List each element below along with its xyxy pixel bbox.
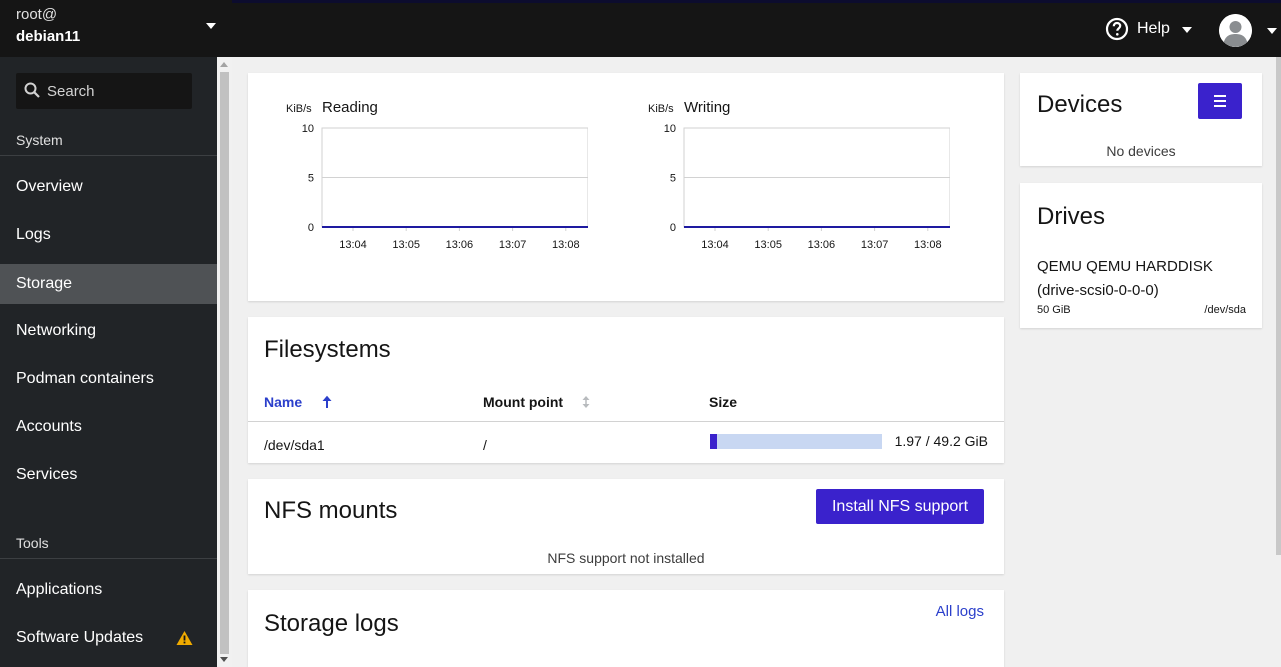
column-header-size: Size xyxy=(709,394,738,410)
x-tick-label: 13:04 xyxy=(701,239,729,251)
navigation: System Overview Logs Storage Networking … xyxy=(0,57,217,667)
host-user: root@ xyxy=(16,6,58,23)
scrollbar-thumb[interactable] xyxy=(220,72,229,654)
chevron-down-icon xyxy=(1182,27,1192,33)
y-tick-label: 0 xyxy=(670,222,676,234)
filesystem-device: /dev/sda1 xyxy=(264,437,325,453)
nfs-mounts-card: NFS mounts Install NFS support NFS suppo… xyxy=(248,479,1004,574)
column-header-name[interactable]: Name xyxy=(264,394,302,410)
scroll-down-icon[interactable] xyxy=(220,657,228,662)
host-name: debian11 xyxy=(16,28,81,45)
x-tick-label: 13:07 xyxy=(499,239,527,251)
page-scrollbar[interactable] xyxy=(1276,57,1281,555)
y-tick-label: 0 xyxy=(308,222,314,234)
nav-item-overview[interactable]: Overview xyxy=(0,167,217,207)
all-logs-link[interactable]: All logs xyxy=(936,603,984,620)
reading-chart: 0 5 10 13:04 13:05 13:06 13:07 13:08 xyxy=(302,123,588,251)
filesystems-card: Filesystems Name Mount point Size /dev/s… xyxy=(248,317,1004,463)
hamburger-menu-icon xyxy=(1214,95,1226,107)
devices-title: Devices xyxy=(1037,91,1123,118)
x-tick-label: 13:05 xyxy=(392,239,420,251)
nav-section-system: System xyxy=(0,127,217,156)
nav-item-label: Software Updates xyxy=(16,629,144,646)
search-input[interactable] xyxy=(47,73,187,109)
x-tick-label: 13:08 xyxy=(914,239,942,251)
nfs-empty-text: NFS support not installed xyxy=(547,550,705,566)
drives-title: Drives xyxy=(1037,203,1106,230)
devices-empty-text: No devices xyxy=(1106,143,1176,159)
sort-ascending-icon[interactable] xyxy=(321,395,333,409)
host-switcher[interactable]: root@ debian11 xyxy=(0,0,232,57)
drive-size: 50 GiB xyxy=(1037,304,1071,316)
x-tick-label: 13:06 xyxy=(446,239,474,251)
chevron-down-icon xyxy=(1267,28,1277,34)
devices-menu-button[interactable] xyxy=(1198,83,1242,119)
nav-item-logs[interactable]: Logs xyxy=(0,215,217,255)
drives-card: Drives QEMU QEMU HARDDISK (drive-scsi0-0… xyxy=(1020,183,1262,328)
search-box xyxy=(16,73,192,109)
column-header-mount-point[interactable]: Mount point xyxy=(483,394,563,410)
usage-bar-fill xyxy=(710,434,717,449)
usage-bar xyxy=(710,434,882,449)
top-bar: Help xyxy=(232,0,1281,57)
sort-icon[interactable] xyxy=(581,395,591,409)
nfs-mounts-title: NFS mounts xyxy=(264,497,398,524)
nav-item-applications[interactable]: Applications xyxy=(0,570,217,610)
chevron-down-icon xyxy=(206,23,216,29)
filesystem-size: 1.97 / 49.2 GiB xyxy=(894,433,988,449)
writing-graph: KiB/s Writing 0 5 10 13:04 13:05 13:06 13:07 13… xyxy=(610,73,950,273)
x-tick-label: 13:06 xyxy=(808,239,836,251)
devices-card: Devices No devices xyxy=(1020,73,1262,166)
filesystem-mount-point: / xyxy=(483,437,487,453)
nav-section-tools: Tools xyxy=(0,530,217,559)
user-menu-button[interactable] xyxy=(1219,13,1279,49)
storage-logs-title: Storage logs xyxy=(264,610,399,637)
y-tick-label: 5 xyxy=(308,173,314,185)
nav-item-podman-containers[interactable]: Podman containers xyxy=(0,359,217,399)
nav-item-storage[interactable]: Storage xyxy=(0,264,217,304)
help-label: Help xyxy=(1137,20,1170,37)
user-avatar-icon xyxy=(1219,14,1252,47)
drive-item[interactable]: QEMU QEMU HARDDISK (drive-scsi0-0-0-0) 5… xyxy=(1020,253,1262,323)
drive-device: /dev/sda xyxy=(1204,304,1246,316)
search-icon xyxy=(24,82,40,98)
scroll-up-icon[interactable] xyxy=(220,62,228,67)
y-tick-label: 10 xyxy=(302,123,314,135)
y-tick-label: 10 xyxy=(664,123,676,135)
io-graphs-card: KiB/s Reading 0 5 10 13:04 13:05 13:06 13:07 13… xyxy=(248,73,1004,301)
x-tick-label: 13:05 xyxy=(754,239,782,251)
warning-icon xyxy=(176,631,193,645)
filesystems-title: Filesystems xyxy=(264,336,391,363)
nav-item-networking[interactable]: Networking xyxy=(0,311,217,351)
writing-chart: 0 5 10 13:04 13:05 13:06 13:07 13:08 xyxy=(664,123,950,251)
question-circle-icon xyxy=(1105,17,1129,41)
y-tick-label: 5 xyxy=(670,173,676,185)
x-tick-label: 13:04 xyxy=(339,239,367,251)
storage-logs-card: Storage logs All logs xyxy=(248,590,1004,667)
x-tick-label: 13:08 xyxy=(552,239,580,251)
sidebar-scrollbar[interactable] xyxy=(217,57,232,667)
reading-graph: KiB/s Reading 0 5 10 13:04 13:05 13:06 13:07 13… xyxy=(248,73,588,273)
sidebar: root@ debian11 System Overview Logs Stor… xyxy=(0,0,232,667)
nav-item-services[interactable]: Services xyxy=(0,455,217,495)
x-tick-label: 13:07 xyxy=(861,239,889,251)
install-nfs-support-button[interactable]: Install NFS support xyxy=(816,489,984,524)
nav-item-software-updates[interactable]: Software Updates xyxy=(0,618,217,658)
nav-item-accounts[interactable]: Accounts xyxy=(0,407,217,447)
table-row[interactable]: /dev/sda1 / 1.97 / 49.2 GiB xyxy=(248,421,1004,463)
drive-name: QEMU QEMU HARDDISK (drive-scsi0-0-0-0) xyxy=(1037,258,1213,299)
